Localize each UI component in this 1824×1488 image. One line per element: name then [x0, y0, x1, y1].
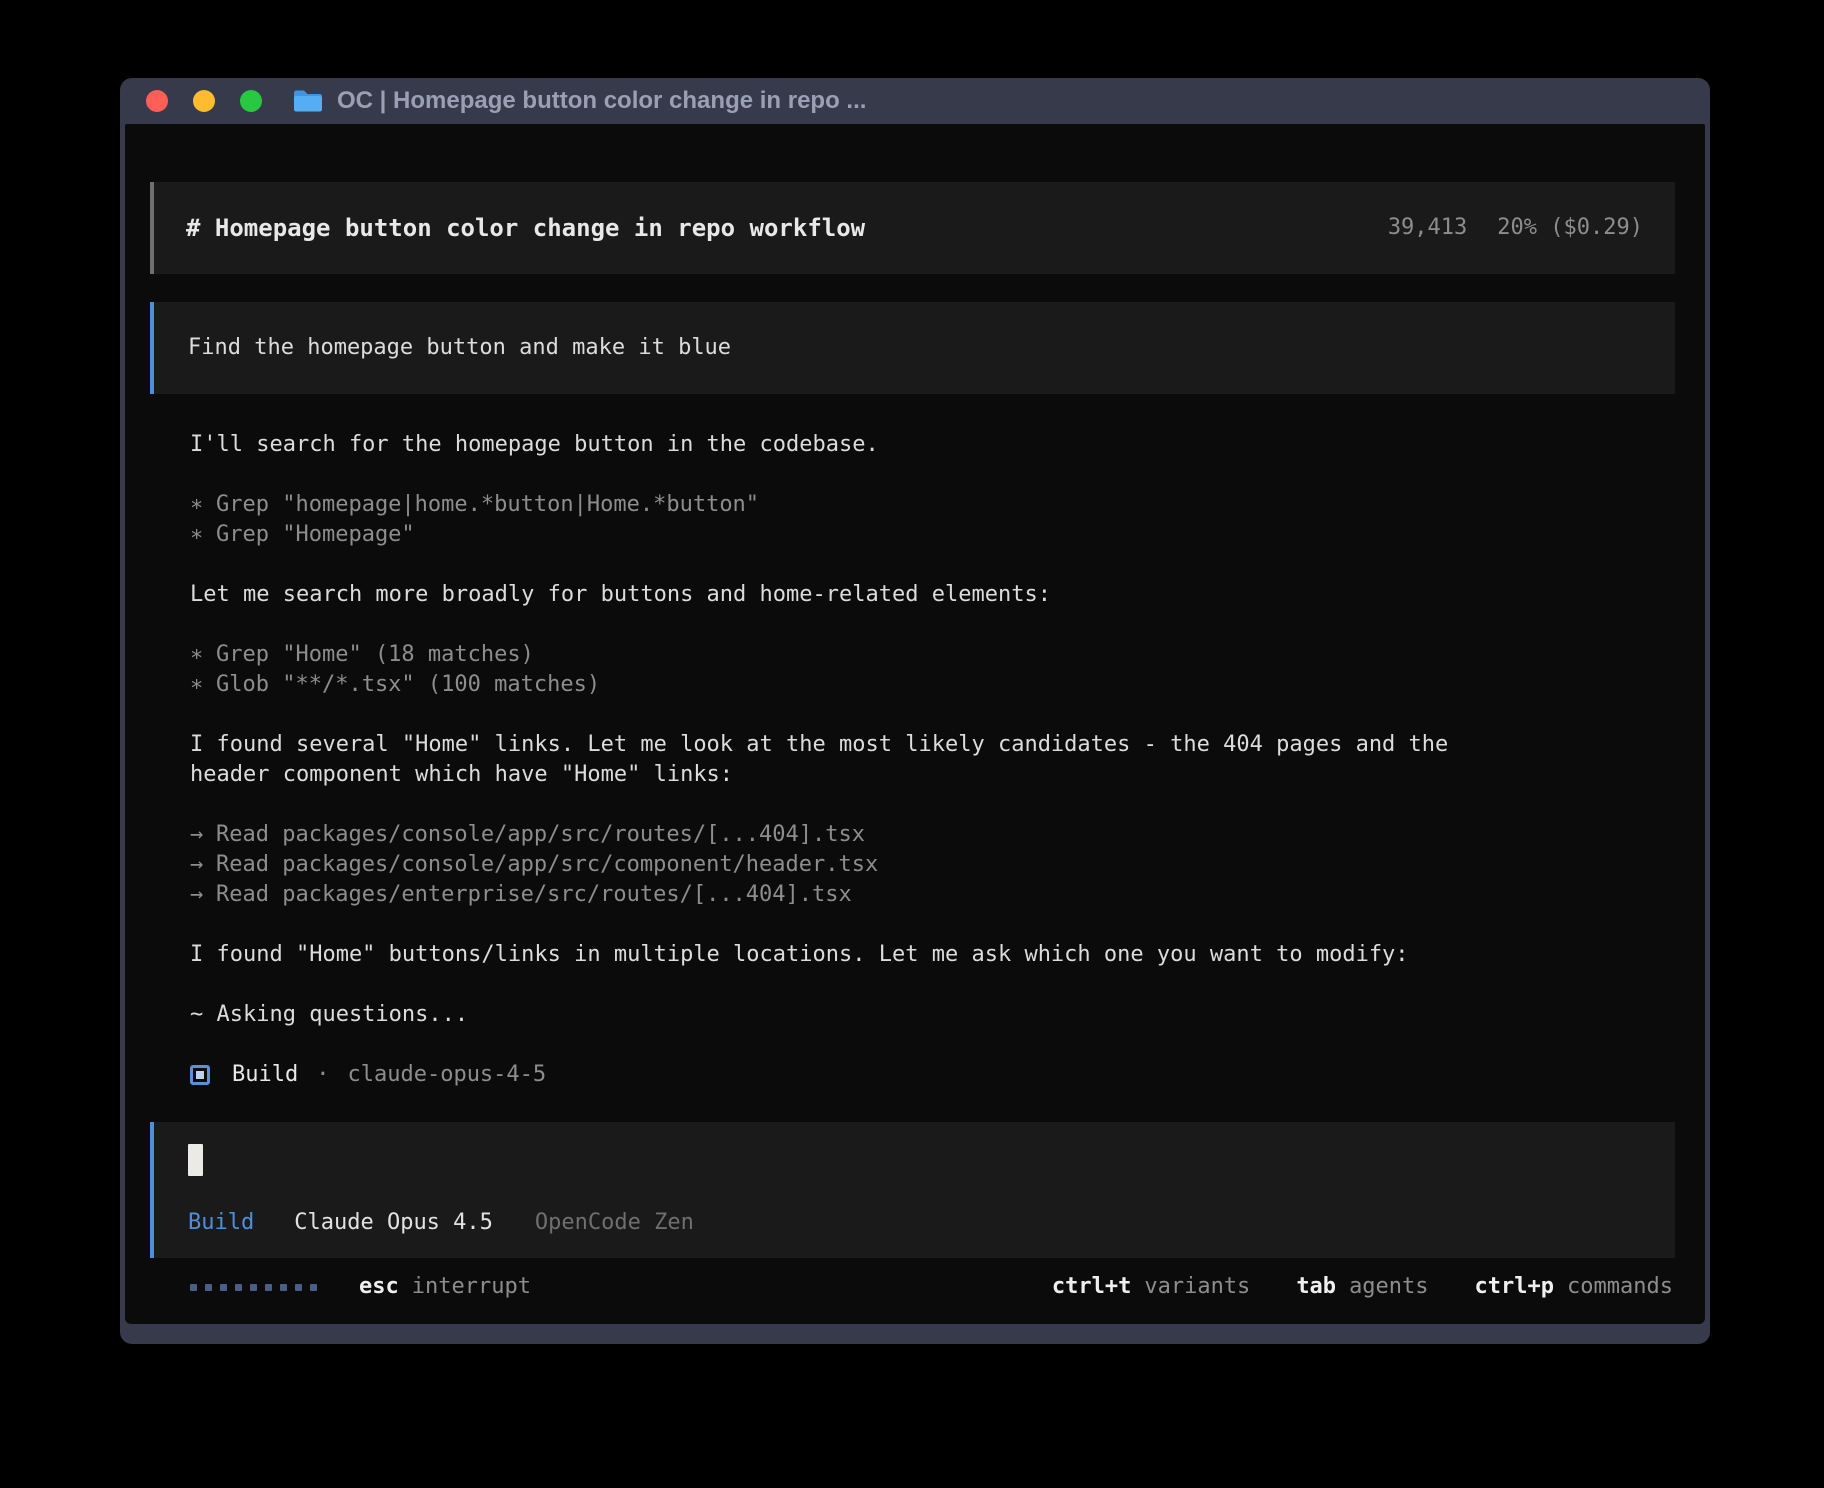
assistant-paragraph: Let me search more broadly for buttons a…: [190, 580, 1490, 610]
tool-call-group: →Read packages/console/app/src/routes/[.…: [190, 820, 1665, 910]
folder-icon: [292, 88, 324, 114]
input-agent-label: Build: [188, 1208, 254, 1238]
token-count: 39,413: [1388, 215, 1467, 240]
input-model-label: Claude Opus 4.5: [294, 1208, 493, 1238]
spinner-icon: [190, 1284, 317, 1291]
read-arrow-icon: →: [190, 880, 216, 910]
agent-name: Build: [232, 1060, 298, 1090]
status-bar-right: ctrl+t variants tab agents ctrl+p commands: [1006, 1272, 1673, 1302]
grep-bullet-icon: ∗: [190, 490, 216, 520]
user-message: Find the homepage button and make it blu…: [150, 302, 1675, 394]
tool-call-text: Grep "Home" (18 matches): [216, 642, 534, 667]
terminal-content: # Homepage button color change in repo w…: [125, 124, 1705, 1324]
tool-call-text: Read packages/console/app/src/component/…: [216, 852, 878, 877]
tool-call-text: Read packages/enterprise/src/routes/[...…: [216, 882, 852, 907]
working-status: ~ Asking questions...: [190, 1000, 1665, 1030]
separator-dot: ·: [316, 1060, 329, 1090]
input-meta: Build Claude Opus 4.5 OpenCode Zen: [188, 1208, 694, 1238]
tool-call: →Read packages/enterprise/src/routes/[..…: [190, 880, 1665, 910]
session-header: # Homepage button color change in repo w…: [150, 182, 1675, 274]
context-cost: 20% ($0.29): [1497, 215, 1643, 240]
tool-call: ∗Grep "homepage|home.*button|Home.*butto…: [190, 490, 1665, 520]
hint-key: tab: [1296, 1272, 1336, 1302]
assistant-paragraph: I'll search for the homepage button in t…: [190, 430, 1490, 460]
read-arrow-icon: →: [190, 850, 216, 880]
interrupt-key: esc: [359, 1272, 399, 1302]
tool-call-text: Read packages/console/app/src/routes/[..…: [216, 822, 865, 847]
assistant-paragraph: I found several "Home" links. Let me loo…: [190, 730, 1490, 790]
tool-call: →Read packages/console/app/src/component…: [190, 850, 1665, 880]
session-title: # Homepage button color change in repo w…: [186, 213, 865, 243]
user-message-text: Find the homepage button and make it blu…: [188, 333, 731, 363]
hint-variants: ctrl+t variants: [1052, 1272, 1250, 1302]
hint-agents: tab agents: [1296, 1272, 1428, 1302]
transcript: I'll search for the homepage button in t…: [125, 430, 1705, 1090]
agent-square-icon: [190, 1065, 210, 1085]
window-title: OC | Homepage button color change in rep…: [337, 87, 866, 115]
tool-call-text: Grep "Homepage": [216, 522, 415, 547]
tool-call: →Read packages/console/app/src/routes/[.…: [190, 820, 1665, 850]
status-bar: esc interrupt ctrl+t variants tab agents c…: [125, 1272, 1705, 1302]
agent-badge: Build · claude-opus-4-5: [190, 1060, 1665, 1090]
minimize-button[interactable]: [193, 90, 215, 112]
interrupt-label: interrupt: [412, 1272, 531, 1302]
grep-bullet-icon: ∗: [190, 520, 216, 550]
text-cursor: [188, 1144, 203, 1176]
hint-commands: ctrl+p commands: [1475, 1272, 1673, 1302]
terminal-window: OC | Homepage button color change in rep…: [120, 78, 1710, 1344]
hint-key: ctrl+p: [1475, 1272, 1554, 1302]
hint-label: variants: [1144, 1272, 1250, 1302]
hint-key: ctrl+t: [1052, 1272, 1131, 1302]
model-id: claude-opus-4-5: [347, 1060, 546, 1090]
session-stats: 39,413 20% ($0.29): [1388, 213, 1643, 243]
titlebar[interactable]: OC | Homepage button color change in rep…: [120, 78, 1710, 124]
hint-label: agents: [1349, 1272, 1428, 1302]
tool-call-text: Grep "homepage|home.*button|Home.*button…: [216, 492, 759, 517]
fullscreen-button[interactable]: [240, 90, 262, 112]
close-button[interactable]: [146, 90, 168, 112]
tool-call: ∗Glob "**/*.tsx" (100 matches): [190, 670, 1665, 700]
read-arrow-icon: →: [190, 820, 216, 850]
tool-call: ∗Grep "Home" (18 matches): [190, 640, 1665, 670]
traffic-lights: [146, 90, 262, 112]
grep-bullet-icon: ∗: [190, 640, 216, 670]
tool-call: ∗Grep "Homepage": [190, 520, 1665, 550]
status-bar-left: esc interrupt: [190, 1272, 531, 1302]
hint-label: commands: [1567, 1272, 1673, 1302]
assistant-paragraph: I found "Home" buttons/links in multiple…: [190, 940, 1490, 970]
input-provider-label: OpenCode Zen: [535, 1208, 694, 1238]
tool-call-text: Glob "**/*.tsx" (100 matches): [216, 672, 600, 697]
prompt-input[interactable]: Build Claude Opus 4.5 OpenCode Zen: [150, 1122, 1675, 1258]
tool-call-group: ∗Grep "homepage|home.*button|Home.*butto…: [190, 490, 1665, 550]
glob-bullet-icon: ∗: [190, 670, 216, 700]
tool-call-group: ∗Grep "Home" (18 matches) ∗Glob "**/*.ts…: [190, 640, 1665, 700]
